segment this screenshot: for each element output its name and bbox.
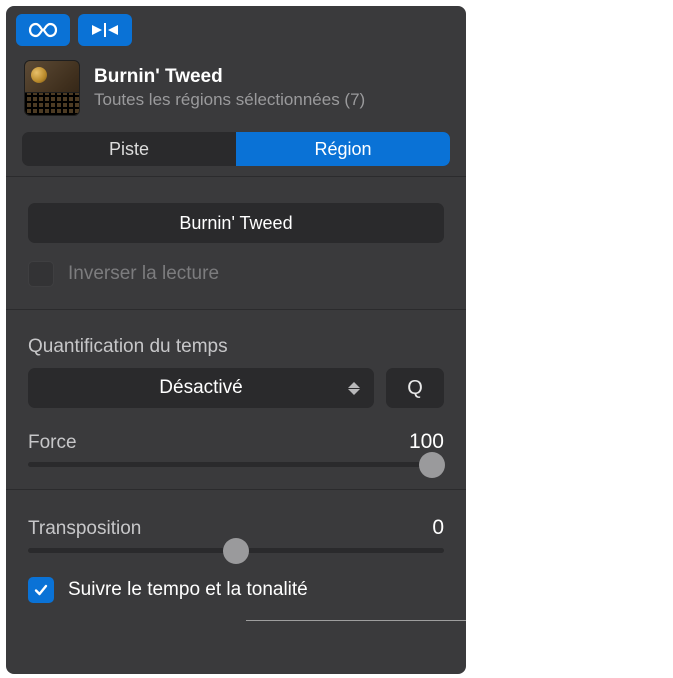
region-title: Burnin' Tweed bbox=[94, 66, 365, 88]
reverse-playback-label: Inverser la lecture bbox=[68, 263, 219, 285]
region-header: Burnin' Tweed Toutes les régions sélecti… bbox=[6, 50, 466, 128]
transpose-slider[interactable] bbox=[28, 548, 444, 553]
quantize-select-value: Désactivé bbox=[159, 377, 242, 399]
loop-mode-button[interactable] bbox=[16, 14, 70, 46]
region-name-input[interactable] bbox=[28, 203, 444, 243]
inspector-panel: Burnin' Tweed Toutes les régions sélecti… bbox=[6, 6, 466, 674]
tab-switcher: Piste Région bbox=[22, 132, 450, 166]
reverse-playback-row: Inverser la lecture bbox=[28, 261, 444, 287]
tab-region[interactable]: Région bbox=[236, 132, 450, 166]
transpose-value: 0 bbox=[432, 516, 444, 540]
loop-icon bbox=[28, 21, 58, 39]
follow-tempo-row: Suivre le tempo et la tonalité bbox=[6, 577, 466, 621]
transpose-slider-thumb[interactable] bbox=[223, 538, 249, 564]
force-value: 100 bbox=[409, 430, 444, 454]
section-transpose: Transposition 0 bbox=[6, 489, 466, 563]
section-name: Inverser la lecture bbox=[6, 176, 466, 309]
force-slider-thumb[interactable] bbox=[419, 452, 445, 478]
quantize-label: Quantification du temps bbox=[28, 336, 444, 358]
force-slider[interactable] bbox=[28, 462, 444, 467]
check-icon bbox=[33, 582, 49, 598]
follow-tempo-label: Suivre le tempo et la tonalité bbox=[68, 579, 308, 601]
transpose-label: Transposition bbox=[28, 518, 141, 540]
split-mode-button[interactable] bbox=[78, 14, 132, 46]
follow-tempo-checkbox[interactable] bbox=[28, 577, 54, 603]
callout-line bbox=[246, 620, 466, 621]
split-icon bbox=[90, 21, 120, 39]
force-label: Force bbox=[28, 432, 77, 454]
section-quantize: Quantification du temps Désactivé Q Forc… bbox=[6, 309, 466, 489]
top-toolbar bbox=[6, 6, 466, 50]
quantize-button[interactable]: Q bbox=[386, 368, 444, 408]
tab-track[interactable]: Piste bbox=[22, 132, 236, 166]
reverse-playback-checkbox[interactable] bbox=[28, 261, 54, 287]
region-subtitle: Toutes les régions sélectionnées (7) bbox=[94, 90, 365, 110]
patch-thumbnail[interactable] bbox=[24, 60, 80, 116]
chevron-up-down-icon bbox=[348, 382, 362, 395]
quantize-select[interactable]: Désactivé bbox=[28, 368, 374, 408]
